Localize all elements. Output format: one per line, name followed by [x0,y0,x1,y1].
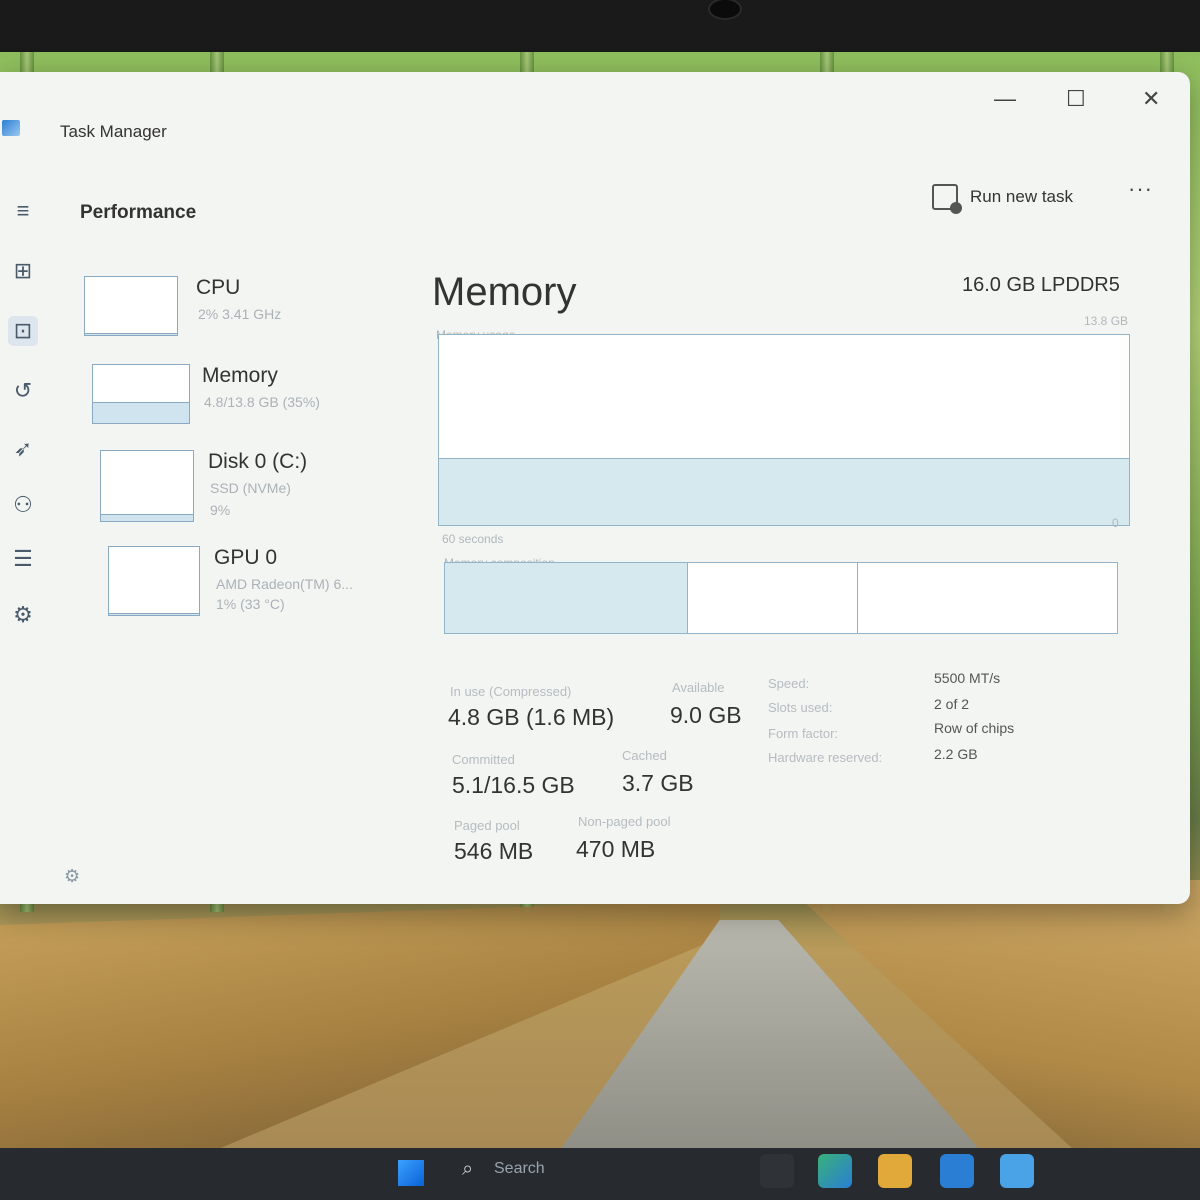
disk-thumbnail-graph [100,450,194,522]
run-new-task-button[interactable]: Run new task [932,184,1073,214]
startup-apps-icon[interactable]: ➶ [8,434,38,464]
details-icon[interactable]: ☰ [8,544,38,574]
cached-label: Cached [622,748,667,763]
perf-item-detail: 4.8/13.8 GB (35%) [204,394,320,410]
graph-min-label: 0 [1112,516,1119,530]
perf-item-disk[interactable]: Disk 0 (C:) SSD (NVMe) 9% [100,450,430,530]
perf-item-detail: 2% 3.41 GHz [198,306,282,322]
composition-standby[interactable] [687,563,858,633]
taskbar-app-icon[interactable] [1000,1154,1034,1188]
settings-icon[interactable]: ⚙ [64,866,80,887]
speed-label: Speed: [768,676,810,691]
paged-pool-label: Paged pool [454,818,520,833]
perf-item-name: CPU [196,276,241,299]
memory-thumbnail-graph [92,364,190,424]
memory-usage-max: 13.8 GB [1084,314,1129,328]
services-icon[interactable]: ⚙ [8,600,38,630]
perf-item-usage: 1% (33 °C) [216,596,285,612]
form-factor-value: Row of chips [934,720,1015,736]
perf-item-name: Disk 0 (C:) [208,450,308,473]
maximize-button[interactable]: ☐ [1066,86,1086,112]
nonpaged-pool-value: 470 MB [576,836,656,862]
perf-item-memory[interactable]: Memory 4.8/13.8 GB (35%) [92,364,422,444]
memory-usage-graph [438,334,1130,526]
close-button[interactable]: ✕ [1142,86,1160,112]
screen-bezel [0,0,1200,52]
taskbar-search[interactable]: Search [494,1160,545,1178]
users-icon[interactable]: ⚇ [8,490,38,520]
slots-value: 2 of 2 [934,696,970,712]
taskbar-app-icon[interactable] [818,1154,852,1188]
minimize-button[interactable]: — [994,86,1016,112]
paged-pool-value: 546 MB [454,838,534,864]
memory-heading: Memory [432,270,577,314]
committed-label: Committed [452,752,515,767]
perf-item-detail: AMD Radeon(TM) 6... [216,576,353,592]
app-history-icon[interactable]: ↺ [8,376,38,406]
cached-value: 3.7 GB [622,770,694,796]
memory-thumbnail-fill [93,401,189,423]
disk-thumbnail-fill [101,513,193,521]
taskbar-app-icon[interactable] [878,1154,912,1188]
task-manager-window: Task Manager — ☐ ✕ Performance Run new t… [0,72,1190,904]
start-button[interactable] [398,1160,424,1186]
performance-icon[interactable]: ⊡ [8,316,38,346]
gpu-thumbnail-fill [109,612,199,615]
gpu-thumbnail-graph [108,546,200,616]
graph-time-label: 60 seconds [442,532,504,546]
memory-usage-fill [439,457,1129,525]
run-new-task-label: Run new task [970,187,1073,206]
cpu-thumbnail-fill [85,332,177,335]
memory-type: 16.0 GB LPDDR5 [962,274,1120,296]
taskbar-app-icon[interactable] [760,1154,794,1188]
search-icon[interactable]: ⌕ [462,1158,473,1181]
perf-item-gpu[interactable]: GPU 0 AMD Radeon(TM) 6... 1% (33 °C) [108,546,438,626]
nonpaged-pool-label: Non-paged pool [578,814,671,829]
processes-icon[interactable]: ⊞ [8,256,38,286]
perf-item-detail: SSD (NVMe) [210,480,291,496]
window-title: Task Manager [60,122,167,141]
run-task-icon [932,184,962,214]
composition-in-use[interactable] [445,563,682,633]
perf-item-cpu[interactable]: CPU 2% 3.41 GHz [84,276,414,356]
speed-value: 5500 MT/s [934,670,1001,686]
in-use-label: In use (Compressed) [450,684,572,699]
memory-composition-bar [444,562,1118,634]
form-factor-label: Form factor: [768,726,839,741]
available-value: 9.0 GB [670,702,742,728]
more-options-button[interactable]: ··· [1128,176,1153,202]
perf-item-name: GPU 0 [214,546,278,569]
in-use-value: 4.8 GB (1.6 MB) [448,704,615,730]
perf-item-usage: 9% [210,502,231,518]
hamburger-icon[interactable]: ≡ [8,196,38,226]
perf-item-name: Memory [202,364,278,387]
available-label: Available [672,680,725,695]
hardware-reserved-label: Hardware reserved: [768,750,883,765]
cpu-thumbnail-graph [84,276,178,336]
slots-label: Slots used: [768,700,833,715]
committed-value: 5.1/16.5 GB [452,772,575,798]
hardware-reserved-value: 2.2 GB [934,746,978,762]
taskbar-app-icon[interactable] [940,1154,974,1188]
task-manager-icon [2,120,20,136]
page-title: Performance [80,202,197,223]
composition-free[interactable] [857,563,1115,633]
